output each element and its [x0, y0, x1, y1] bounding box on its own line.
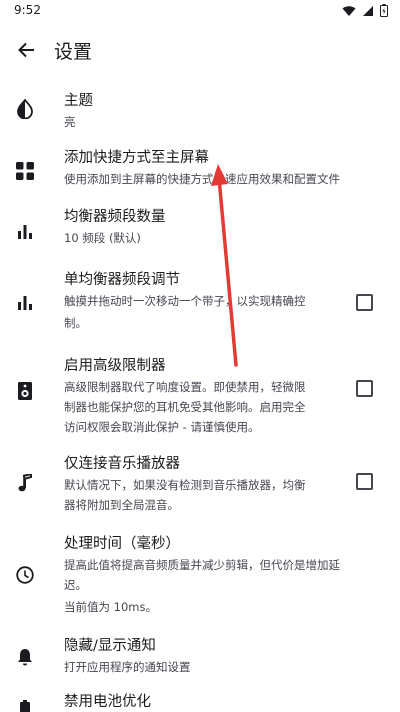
bell-icon: [14, 646, 36, 668]
setting-summary-line: 制。: [64, 316, 87, 330]
setting-add-shortcut[interactable]: 添加快捷方式至主屏幕 使用添加到主屏幕的快捷方式快速应用效果和配置文件: [0, 140, 400, 206]
back-button[interactable]: [10, 34, 42, 66]
setting-summary-line: 访问权限会取消此保护 - 请谨慎使用。: [64, 420, 260, 434]
setting-summary-line: 迟。: [64, 578, 87, 592]
setting-music-only[interactable]: 仅连接音乐播放器 默认情况下，如果没有检测到音乐播放器，均衡 器将附加到全局混音…: [0, 448, 400, 526]
setting-summary-line: 制器也能保护您的耳机免受其他影响。启用完全: [64, 400, 306, 414]
setting-summary-line: 当前值为 10ms。: [64, 600, 157, 614]
setting-title: 禁用电池优化: [64, 694, 151, 710]
setting-summary: 使用添加到主屏幕的快捷方式快速应用效果和配置文件: [64, 172, 340, 186]
setting-title: 处理时间（毫秒）: [64, 536, 180, 552]
setting-title: 仅连接音乐播放器: [64, 456, 180, 472]
app-bar: 设置: [0, 24, 400, 76]
clock-icon: [14, 564, 36, 586]
music-note-icon: [14, 472, 36, 494]
setting-summary: 打开应用程序的通知设置: [64, 660, 191, 674]
status-bar: 9:52: [0, 0, 400, 24]
setting-title: 主题: [64, 93, 93, 109]
battery-status-icon: [380, 4, 388, 17]
setting-summary-line: 提高此值将提高音频质量并减少剪辑，但代价是增加延: [64, 558, 340, 572]
setting-processing-time[interactable]: 处理时间（毫秒） 提高此值将提高音频质量并减少剪辑，但代价是增加延 迟。 当前值…: [0, 526, 400, 626]
settings-list: 主题 亮 添加快捷方式至主屏幕 使用添加到主屏幕的快捷方式快速应用效果和配置文件…: [0, 76, 400, 712]
music-only-checkbox[interactable]: [356, 473, 373, 490]
advanced-limiter-checkbox[interactable]: [356, 380, 373, 397]
setting-title: 隐藏/显示通知: [64, 638, 156, 654]
setting-summary-line: 默认情况下，如果没有检测到音乐播放器，均衡: [64, 478, 306, 492]
setting-eq-bands[interactable]: 均衡器频段数量 10 频段 (默认): [0, 206, 400, 266]
page-title: 设置: [54, 41, 93, 63]
setting-title: 单均衡器频段调节: [64, 272, 180, 288]
setting-summary: 亮: [64, 115, 76, 129]
speaker-icon: [14, 380, 36, 402]
signal-icon: [363, 5, 373, 16]
single-band-checkbox[interactable]: [356, 294, 373, 311]
setting-summary-line: 器将附加到全局混音。: [64, 498, 179, 512]
equalizer-bars-icon: [14, 221, 36, 243]
setting-single-band[interactable]: 单均衡器频段调节 触摸并拖动时一次移动一个带子，以实现精确控 制。: [0, 266, 400, 350]
setting-title: 均衡器频段数量: [64, 209, 166, 225]
battery-icon: [14, 698, 36, 712]
setting-theme[interactable]: 主题 亮: [0, 76, 400, 140]
grid-apps-icon: [14, 160, 36, 182]
setting-battery[interactable]: 禁用电池优化: [0, 686, 400, 712]
setting-title: 启用高级限制器: [64, 358, 166, 374]
wifi-icon: [342, 5, 356, 16]
setting-summary-line: 触摸并拖动时一次移动一个带子，以实现精确控: [64, 294, 306, 308]
equalizer-bars-icon: [14, 292, 36, 314]
setting-summary: 10 频段 (默认): [64, 231, 141, 245]
status-icons: [342, 4, 388, 17]
setting-summary-line: 高级限制器取代了响度设置。即使禁用，轻微限: [64, 380, 306, 394]
setting-title: 添加快捷方式至主屏幕: [64, 150, 209, 166]
setting-notification[interactable]: 隐藏/显示通知 打开应用程序的通知设置: [0, 626, 400, 686]
status-time: 9:52: [14, 3, 41, 17]
setting-advanced-limiter[interactable]: 启用高级限制器 高级限制器取代了响度设置。即使禁用，轻微限 制器也能保护您的耳机…: [0, 350, 400, 448]
theme-contrast-icon: [14, 98, 36, 120]
arrow-back-icon: [18, 42, 34, 58]
